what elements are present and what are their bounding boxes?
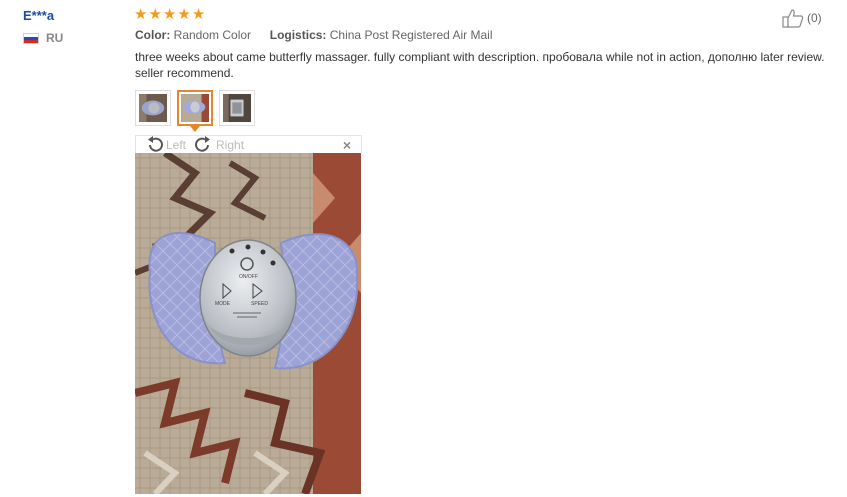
star-icon: ★: [134, 6, 148, 23]
star-icon: ★: [177, 6, 191, 23]
helpful-button[interactable]: (0): [782, 8, 822, 28]
star-icon: ★: [162, 6, 177, 23]
rotate-right-button[interactable]: Right: [194, 135, 245, 154]
review-text: three weeks about came butterfly massage…: [135, 50, 825, 80]
reviewer-name: E***a: [23, 8, 55, 23]
rotate-left-button[interactable]: Left: [144, 135, 187, 154]
device-label-speed: SPEED: [251, 301, 268, 307]
rotate-left-label: Left: [166, 137, 187, 152]
thumbs-up-icon[interactable]: [782, 8, 804, 28]
star-icon: ★: [148, 6, 162, 23]
color-label: Color:: [135, 28, 171, 42]
device-label-mode: MODE: [215, 301, 231, 307]
thumbnail-photo-3[interactable]: [219, 90, 255, 126]
photo-thumbnail-image[interactable]: [181, 94, 209, 122]
rotate-left-icon[interactable]: [144, 135, 164, 154]
helpful-count: (0): [807, 11, 822, 25]
star-rating: ★ ★ ★ ★ ★: [134, 6, 205, 24]
russia-flag-icon: [23, 32, 39, 44]
device-label-onoff: ON/OFF: [239, 274, 258, 280]
logistics-label: Logistics:: [269, 28, 327, 42]
star-icon: ★: [191, 6, 206, 23]
color-value: Random Color: [173, 28, 252, 42]
reviewer-country: RU: [23, 31, 63, 45]
rotate-right-icon[interactable]: [194, 135, 214, 154]
photo-thumbnail-image[interactable]: [139, 94, 167, 122]
thumbnail-photo-1[interactable]: [135, 90, 171, 126]
logistics-value: China Post Registered Air Mail: [329, 28, 493, 42]
order-meta: Color: Random Color Logistics: China Pos…: [135, 28, 493, 42]
butterfly-massager-photo: ON/OFF MODE SPEED: [135, 153, 361, 494]
thumbnail-photo-2[interactable]: [177, 90, 213, 132]
country-code: RU: [46, 31, 64, 45]
photo-thumbnail-image[interactable]: [223, 94, 251, 122]
photo-viewer-toolbar: Left Right ×: [135, 135, 362, 153]
photo-thumbnails: [135, 90, 255, 132]
review-photo-large: ON/OFF MODE SPEED: [135, 153, 361, 494]
rotate-right-label: Right: [216, 137, 245, 152]
close-icon[interactable]: ×: [343, 137, 351, 153]
